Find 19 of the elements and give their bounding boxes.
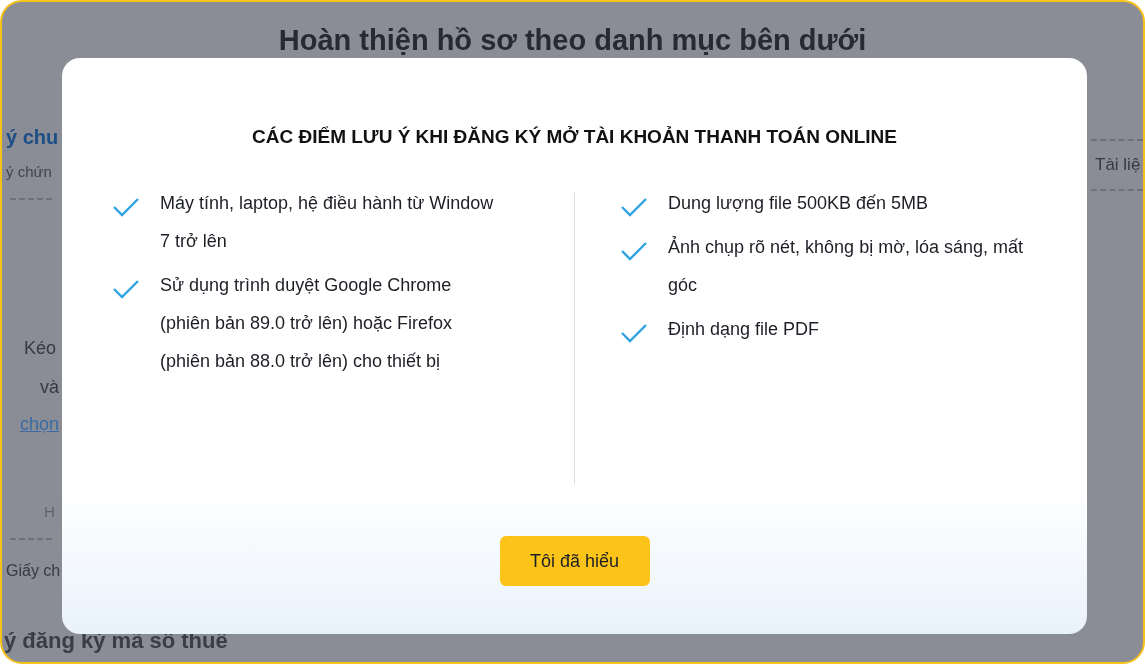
instruction-text: Giấy ch: [6, 562, 60, 580]
requirement-text: Máy tính, laptop, hệ điều hành từ Window 7 trở lên: [160, 192, 495, 253]
checkmark-icon: [620, 197, 648, 217]
checkmark-icon: [620, 323, 648, 343]
checkmark-icon: [112, 279, 140, 299]
page-heading: Hoàn thiện hồ sơ theo danh mục bên dưới: [277, 24, 868, 57]
checkmark-icon: [620, 241, 648, 261]
requirement-text: Ảnh chụp rõ nét, không bị mờ, lóa sáng, mất góc: [668, 235, 1024, 297]
document-label: Tài liệ: [1095, 155, 1142, 175]
checkmark-icon: [112, 197, 140, 217]
requirement-text: Dung lượng file 500KB đến 5MB: [668, 192, 928, 215]
requirement-text: Định dạng file PDF: [668, 318, 820, 341]
instruction-text: và: [40, 377, 60, 398]
section-subtext: ý chứn: [6, 163, 53, 180]
dialog-title: CÁC ĐIỂM LƯU Ý KHI ĐĂNG KÝ MỞ TÀI KHOẢN THANH TOÁN ONLINE: [251, 126, 898, 148]
confirm-button[interactable]: Tôi đã hiểu: [499, 536, 650, 586]
section-heading: ý chu: [6, 126, 60, 149]
instruction-text: Kéo: [24, 338, 58, 359]
requirement-text: Sử dụng trình duyệt Google Chrome (phiên bản 89.0 trở lên) hoặc Firefox (phiên bản 88.0 trở lên) cho thiết bị: [160, 274, 453, 373]
